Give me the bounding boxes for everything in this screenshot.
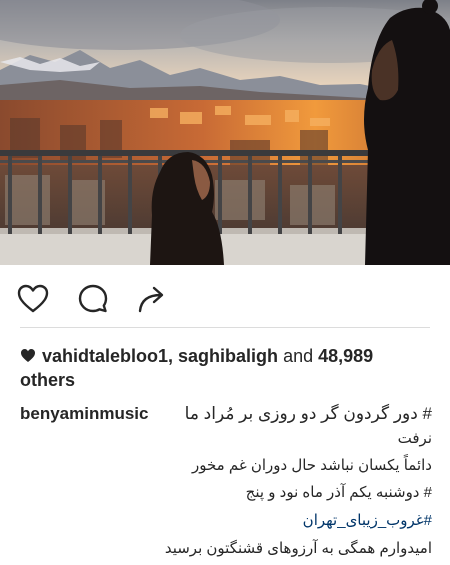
liked-by-users[interactable]: vahidtalebloo1, saghibaligh (42, 346, 278, 366)
caption-first-line: benyaminmusic # دور گردون گر دو روزی بر … (20, 402, 432, 426)
caption-hashtag-link[interactable]: #غروب_زیبای_تهران (303, 510, 432, 532)
caption-username[interactable]: benyaminmusic (20, 402, 149, 426)
heart-filled-icon (20, 346, 36, 369)
caption-line-2: نرفت (397, 430, 432, 447)
likes-summary[interactable]: vahidtalebloo1, saghibaligh and 48,989 o… (20, 345, 430, 392)
likes-connector: and (283, 346, 314, 366)
likes-suffix[interactable]: others (20, 370, 75, 390)
caption-line-1: # دور گردون گر دو روزی بر مُراد ما (184, 404, 432, 423)
caption-line-3: دائماً یکسان نباشد حال دوران غم مخور (191, 457, 432, 474)
divider (20, 327, 430, 328)
caption-line-4: # دوشنبه یکم آذر ماه نود و پنج (245, 484, 432, 501)
comment-icon (77, 283, 109, 315)
share-icon (135, 283, 167, 315)
comment-button[interactable] (76, 282, 110, 316)
like-button[interactable] (16, 282, 50, 316)
post-photo[interactable] (0, 0, 450, 265)
caption-line-6: امیدوارم همگی به آرزوهای قشنگتون برسید (164, 540, 432, 557)
likes-count[interactable]: 48,989 (318, 346, 373, 366)
sunset-city-photo (0, 0, 450, 265)
post-action-bar (0, 276, 450, 320)
heart-icon (17, 284, 49, 314)
share-button[interactable] (134, 282, 168, 316)
